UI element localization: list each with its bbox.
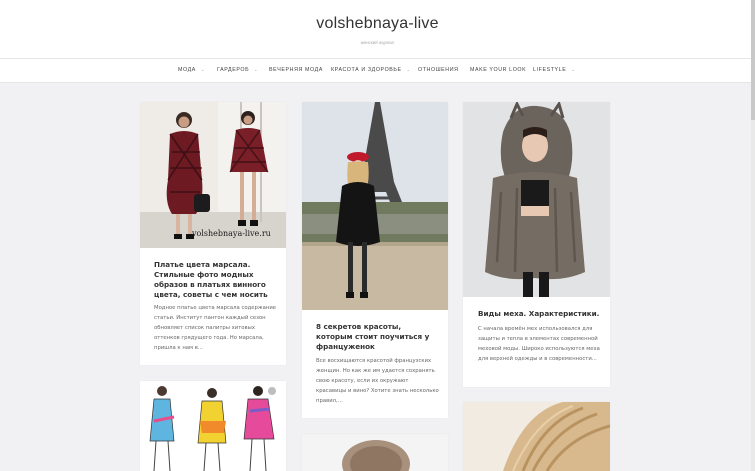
paris-woman-photo bbox=[302, 102, 448, 310]
nav-item-lifestyle[interactable]: LIFESTYLE ⌄ bbox=[533, 67, 575, 73]
main-nav: МОДА ⌄ ГАРДЕРОБ ⌄ ВЕЧЕРНЯЯ МОДА КРАСОТА И … bbox=[0, 58, 755, 83]
nav-item-label: КРАСОТА И ЗДОРОВЬЕ bbox=[331, 67, 402, 73]
post-card[interactable] bbox=[463, 402, 610, 471]
post-image[interactable]: volshebnaya-live.ru bbox=[140, 102, 286, 248]
chevron-down-icon: ⌄ bbox=[254, 67, 259, 72]
fur-hat-photo bbox=[302, 434, 448, 471]
hair-photo bbox=[463, 402, 610, 471]
fashion-sketch-image bbox=[140, 381, 286, 471]
post-card[interactable] bbox=[140, 381, 286, 471]
nav-item-evening-fashion[interactable]: ВЕЧЕРНЯЯ МОДА bbox=[269, 67, 323, 73]
nav-item-label: ГАРДЕРОБ bbox=[217, 67, 250, 73]
post-image[interactable] bbox=[302, 434, 448, 471]
scrollbar-thumb[interactable] bbox=[751, 0, 755, 120]
post-title[interactable]: Виды меха. Характеристики. bbox=[478, 309, 603, 319]
nav-item-relations[interactable]: ОТНОШЕНИЯ bbox=[418, 67, 459, 73]
site-header: volshebnaya-live женский журнал bbox=[0, 0, 755, 58]
post-image[interactable] bbox=[463, 402, 610, 471]
plaid-dress-photo bbox=[140, 102, 286, 248]
chevron-down-icon: ⌄ bbox=[406, 67, 411, 72]
nav-item-garderob[interactable]: ГАРДЕРОБ ⌄ bbox=[217, 67, 258, 73]
nav-item-moda[interactable]: МОДА ⌄ bbox=[178, 67, 205, 73]
site-tagline: женский журнал bbox=[360, 40, 395, 45]
chevron-down-icon: ⌄ bbox=[200, 67, 205, 72]
fur-coat-photo bbox=[463, 102, 610, 297]
post-excerpt: Модное платье цвета марсала содержание с… bbox=[154, 305, 277, 351]
nav-item-beauty-health[interactable]: КРАСОТА И ЗДОРОВЬЕ ⌄ bbox=[331, 67, 411, 73]
nav-item-label: ВЕЧЕРНЯЯ МОДА bbox=[269, 67, 323, 73]
post-excerpt: Все восхищаются красотой французских жен… bbox=[316, 358, 439, 404]
post-image[interactable] bbox=[463, 102, 610, 297]
nav-item-label: LIFESTYLE bbox=[533, 67, 567, 73]
nav-item-make-your-look[interactable]: MAKE YOUR LOOK bbox=[470, 67, 526, 73]
post-excerpt: С начала времён мех использовался для за… bbox=[478, 326, 600, 362]
site-title[interactable]: volshebnaya-live bbox=[0, 15, 755, 33]
post-card[interactable] bbox=[302, 434, 448, 471]
nav-item-label: МОДА bbox=[178, 67, 196, 73]
chevron-down-icon: ⌄ bbox=[571, 67, 576, 72]
post-title[interactable]: Платье цвета марсала. Стильные фото модн… bbox=[154, 260, 276, 300]
post-card[interactable]: volshebnaya-live.ru Платье цвета марсала… bbox=[140, 102, 286, 365]
nav-item-label: MAKE YOUR LOOK bbox=[470, 67, 527, 73]
post-title[interactable]: 8 секретов красоты, которым стоит поучит… bbox=[316, 322, 440, 352]
post-card[interactable]: 8 секретов красоты, которым стоит поучит… bbox=[302, 102, 448, 418]
image-watermark: volshebnaya-live.ru bbox=[192, 229, 271, 238]
nav-item-label: ОТНОШЕНИЯ bbox=[418, 67, 459, 73]
post-image[interactable] bbox=[140, 381, 286, 471]
post-card[interactable]: Виды меха. Характеристики. С начала врем… bbox=[463, 102, 610, 387]
post-image[interactable] bbox=[302, 102, 448, 310]
